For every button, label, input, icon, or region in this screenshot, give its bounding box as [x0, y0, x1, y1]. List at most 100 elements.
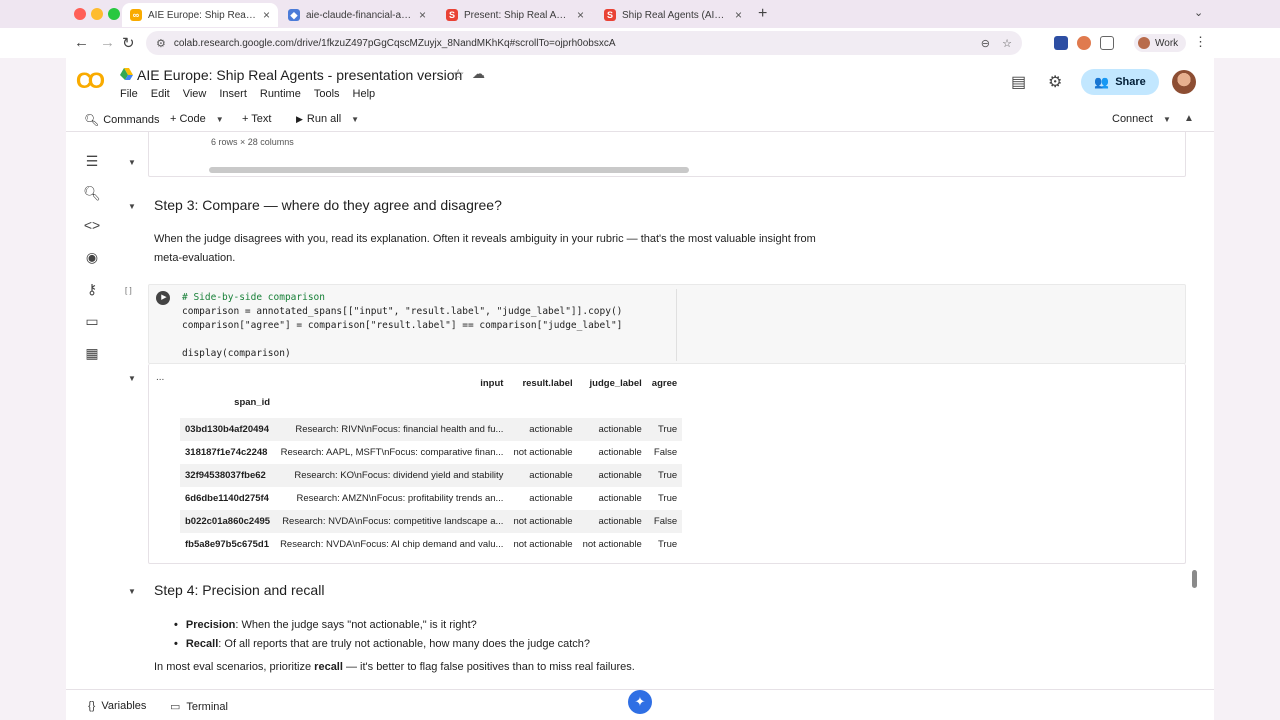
menu-help[interactable]: Help	[353, 88, 376, 100]
profile-button[interactable]: Work	[1134, 34, 1187, 52]
output-collapse-chevron-icon[interactable]: ▼	[128, 374, 136, 383]
menu-file[interactable]: File	[120, 88, 138, 100]
code-line: comparison = annotated_spans[["input", "…	[182, 306, 623, 317]
previous-output-cell: 6 rows × 28 columns	[148, 132, 1186, 177]
find-replace-icon[interactable]: 🔍︎	[83, 184, 101, 202]
colab-icon: ∞	[130, 9, 142, 21]
index-header-row: span_id	[180, 395, 682, 418]
new-tab-button[interactable]: +	[758, 5, 767, 23]
table-row: 6d6dbe1140d275f4 Research: AMZN\nFocus: …	[180, 487, 682, 510]
column-header: input	[480, 378, 504, 389]
connect-button[interactable]: Connect	[1112, 113, 1153, 125]
braces-icon: {}	[88, 700, 96, 712]
settings-gear-icon[interactable]: ⚙	[1048, 72, 1062, 92]
notebook-toolbar: 🔍︎ Commands + Code ▼ + Text ▶ Run all ▼ …	[66, 108, 1214, 132]
input-cell: Research: RIVN\nFocus: financial health …	[275, 418, 509, 441]
menu-view[interactable]: View	[183, 88, 207, 100]
dataframe-shape-note: 6 rows × 28 columns	[211, 137, 294, 147]
result-label-cell: not actionable	[508, 510, 578, 533]
star-icon[interactable]: ☆	[452, 66, 465, 83]
vertical-scrollbar[interactable]	[1192, 570, 1197, 588]
share-button[interactable]: 👥 Share	[1081, 69, 1159, 95]
code-editor[interactable]: # Side-by-side comparison comparison = a…	[182, 291, 622, 361]
window-zoom-button[interactable]	[108, 8, 120, 20]
window-minimize-button[interactable]	[91, 8, 103, 20]
code-line: display(comparison)	[182, 348, 291, 359]
judge-label-cell: actionable	[577, 510, 647, 533]
menu-tools[interactable]: Tools	[314, 88, 340, 100]
site-info-icon[interactable]: ⚙	[156, 37, 166, 50]
list-item: Precision: When the judge says "not acti…	[174, 616, 590, 635]
reload-icon[interactable]: ↻	[122, 34, 135, 52]
extensions-puzzle-icon[interactable]	[1100, 36, 1114, 50]
menu-insert[interactable]: Insert	[219, 88, 247, 100]
play-icon: ▶	[296, 113, 303, 124]
comments-icon[interactable]: ▤	[1011, 72, 1026, 92]
menu-runtime[interactable]: Runtime	[260, 88, 301, 100]
chevron-up-icon[interactable]: ▲	[1184, 113, 1194, 124]
close-icon[interactable]: ×	[577, 8, 584, 22]
agree-cell: True	[646, 464, 683, 487]
browser-menu-icon[interactable]: ⋮	[1194, 34, 1207, 50]
close-icon[interactable]: ×	[263, 8, 270, 22]
menu-edit[interactable]: Edit	[151, 88, 170, 100]
step3-paragraph: When the judge disagrees with you, read …	[154, 233, 816, 264]
span-id-cell: 03bd130b4af20494	[180, 418, 276, 441]
browser-tab-arize[interactable]: ◆ aie-claude-financial-agent - ×	[280, 3, 434, 27]
judge-label-cell: not actionable	[582, 539, 642, 550]
chevron-down-icon[interactable]: ▼	[216, 115, 224, 124]
variables-inspector-icon[interactable]: ◉	[83, 248, 101, 266]
agree-cell: True	[646, 418, 683, 441]
browser-tab-colab[interactable]: ∞ AIE Europe: Ship Real Agents ×	[122, 3, 278, 27]
gemini-icon[interactable]: ✦	[628, 690, 652, 714]
run-cell-play-icon[interactable]: ▶	[156, 291, 170, 305]
back-arrow-icon[interactable]: ←	[74, 34, 89, 51]
extension-claude-icon[interactable]	[1077, 36, 1091, 50]
avatar	[1138, 37, 1150, 49]
zoom-icon[interactable]: ⊖	[981, 37, 990, 50]
account-avatar[interactable]	[1172, 70, 1196, 94]
judge-label-cell: actionable	[577, 464, 647, 487]
code-line: # Side-by-side comparison	[182, 292, 325, 303]
run-all-button[interactable]: ▶ Run all ▼	[296, 113, 359, 125]
chevron-down-icon[interactable]: ▼	[1163, 115, 1171, 124]
close-icon[interactable]: ×	[419, 8, 426, 22]
menu-bar: File Edit View Insert Runtime Tools Help	[120, 88, 375, 100]
url-text: colab.research.google.com/drive/1fkzuZ49…	[173, 37, 616, 49]
commands-button[interactable]: 🔍︎ Commands	[84, 113, 159, 127]
add-people-icon: 👥	[1094, 75, 1110, 89]
bookmark-star-icon[interactable]: ☆	[1002, 37, 1012, 50]
judge-label-cell: actionable	[577, 418, 647, 441]
browser-tab-slides[interactable]: S Ship Real Agents (AIE Europe ×	[596, 3, 750, 27]
arize-icon: ◆	[288, 9, 300, 21]
browser-tab-present[interactable]: S Present: Ship Real Agents (A ×	[438, 3, 592, 27]
table-row: fb5a8e97b5c675d1 Research: NVDA\nFocus: …	[180, 533, 682, 556]
section-collapse-chevron-icon[interactable]: ▼	[128, 587, 136, 596]
window-close-button[interactable]	[74, 8, 86, 20]
add-text-button[interactable]: + Text	[242, 113, 271, 125]
input-cell: Research: KO\nFocus: dividend yield and …	[275, 464, 509, 487]
code-cell[interactable]: ▶ # Side-by-side comparison comparison =…	[148, 284, 1186, 364]
terminal-button[interactable]: ▭ Terminal	[170, 700, 228, 714]
close-icon[interactable]: ×	[735, 8, 742, 22]
code-line: comparison["agree"] = comparison["result…	[182, 320, 623, 331]
add-code-button[interactable]: + Code ▼	[170, 113, 224, 125]
url-field[interactable]: ⚙ colab.research.google.com/drive/1fkzuZ…	[146, 31, 1022, 55]
table-of-contents-icon[interactable]: ☰	[83, 152, 101, 170]
chevron-down-icon[interactable]: ▼	[351, 115, 359, 124]
left-sidebar: ☰ 🔍︎ <> ◉ ⚷ ▭ ▦	[66, 132, 118, 689]
extension-icon[interactable]	[1054, 36, 1068, 50]
span-id-cell: fb5a8e97b5c675d1	[185, 539, 269, 550]
collapse-chevron-icon[interactable]: ▼	[128, 158, 136, 167]
variables-button[interactable]: {} Variables	[88, 700, 146, 712]
secrets-key-icon[interactable]: ⚷	[83, 280, 101, 298]
files-folder-icon[interactable]: ▭	[83, 312, 101, 330]
section-collapse-chevron-icon[interactable]: ▼	[128, 202, 136, 211]
horizontal-scrollbar[interactable]	[209, 167, 689, 173]
forward-arrow-icon[interactable]: →	[100, 34, 115, 51]
code-snippets-icon[interactable]: <>	[83, 216, 101, 234]
tab-search-icon[interactable]: ⌄	[1194, 6, 1203, 19]
page-margin-left	[0, 58, 66, 720]
notebook-title[interactable]: AIE Europe: Ship Real Agents - presentat…	[137, 67, 462, 83]
data-table-icon[interactable]: ▦	[83, 344, 101, 362]
